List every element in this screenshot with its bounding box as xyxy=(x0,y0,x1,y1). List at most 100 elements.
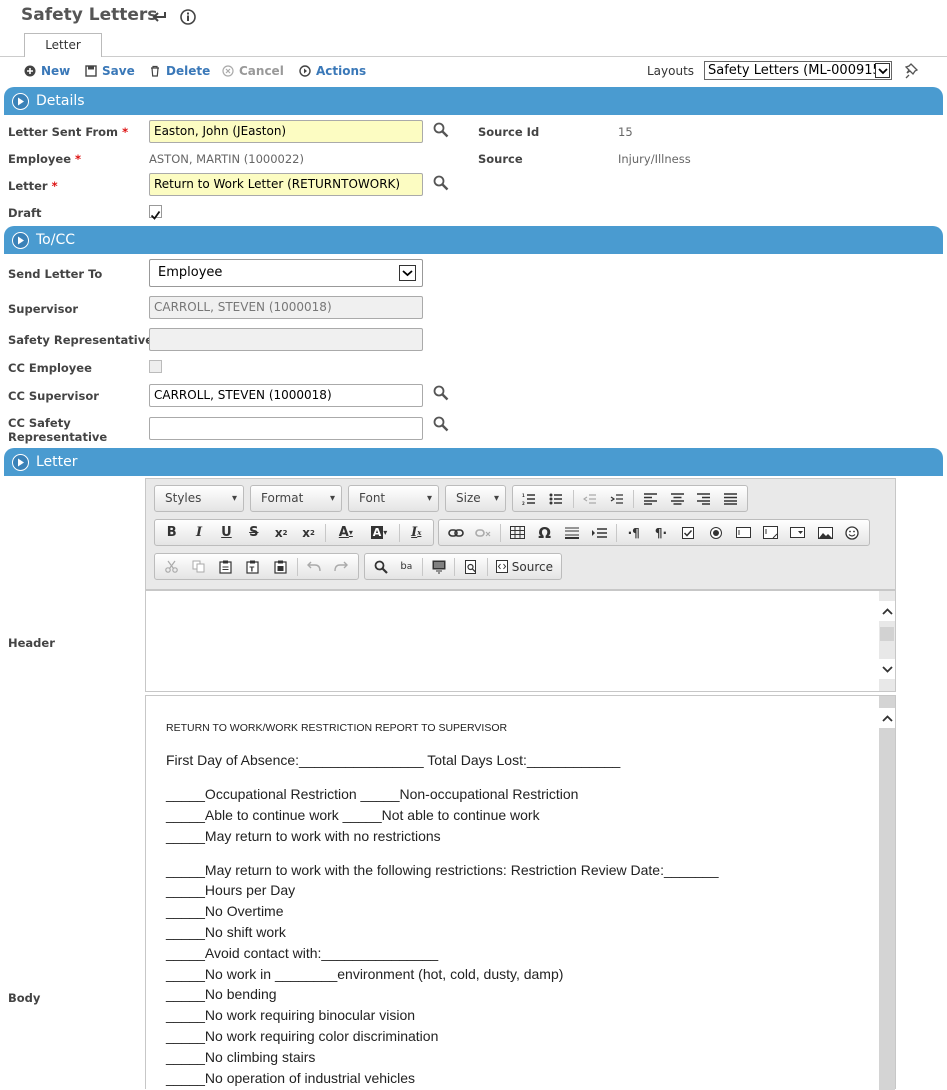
section-letter-header[interactable]: Letter xyxy=(4,448,943,476)
paste-word-icon[interactable] xyxy=(268,556,293,578)
underline-icon[interactable]: U xyxy=(214,522,239,544)
unlink-icon[interactable] xyxy=(470,522,495,544)
back-arrow-icon[interactable] xyxy=(151,8,169,26)
cancel-button[interactable]: Cancel xyxy=(222,63,284,79)
header-scrollbar[interactable] xyxy=(879,591,895,691)
insert-block-icon[interactable] xyxy=(587,522,612,544)
textarea-field-icon[interactable] xyxy=(758,522,783,544)
plus-circle-icon xyxy=(24,65,36,77)
new-button[interactable]: New xyxy=(24,63,70,79)
bulleted-list-icon[interactable] xyxy=(544,488,569,510)
background-color-icon[interactable]: A ▾ xyxy=(363,522,394,544)
body-scrollbar[interactable] xyxy=(879,696,895,1090)
smiley-icon[interactable] xyxy=(840,522,865,544)
undo-icon[interactable] xyxy=(302,556,327,578)
align-justify-icon[interactable] xyxy=(718,488,743,510)
styles-dropdown[interactable]: Styles xyxy=(154,485,244,512)
scroll-up-icon[interactable] xyxy=(879,708,895,728)
numbered-list-icon[interactable]: 12 xyxy=(517,488,542,510)
cut-icon[interactable] xyxy=(159,556,184,578)
body-editor[interactable]: RETURN TO WORK/WORK RESTRICTION REPORT T… xyxy=(145,695,896,1090)
format-dropdown[interactable]: Format xyxy=(250,485,342,512)
align-center-icon[interactable] xyxy=(665,488,690,510)
info-icon[interactable] xyxy=(179,8,197,26)
replace-icon[interactable]: ba xyxy=(395,556,419,578)
source-button[interactable]: Source xyxy=(492,556,557,578)
section-tocc-header[interactable]: To/CC xyxy=(4,226,943,254)
horizontal-line-icon[interactable] xyxy=(559,522,584,544)
cc-safety-representative-label: CC Safety Representative xyxy=(8,416,108,444)
body-line: _____Able to continue work _____Not able… xyxy=(166,807,540,823)
checkbox-field-icon[interactable] xyxy=(676,522,701,544)
scroll-up-icon[interactable] xyxy=(879,601,895,621)
body-line: _____Hours per Day xyxy=(166,882,296,898)
letter-label: Letter * xyxy=(8,179,58,193)
toolbar-separator xyxy=(486,557,488,576)
cc-safety-representative-field[interactable] xyxy=(149,417,423,440)
body-line: _____No shift work xyxy=(166,924,286,940)
cc-employee-checkbox[interactable] xyxy=(149,360,162,373)
actions-button[interactable]: Actions xyxy=(299,63,366,79)
scroll-down-icon[interactable] xyxy=(879,659,895,679)
align-left-icon[interactable] xyxy=(638,488,663,510)
send-letter-to-select[interactable]: Employee xyxy=(149,259,423,287)
layouts-select[interactable]: Safety Letters (ML-000915) xyxy=(704,61,892,80)
tab-letter[interactable]: Letter xyxy=(24,33,102,57)
section-details-header[interactable]: Details xyxy=(4,87,943,115)
special-character-icon[interactable]: Ω xyxy=(532,522,557,544)
rtl-direction-icon[interactable]: ¶· xyxy=(648,522,673,544)
search-icon[interactable] xyxy=(432,121,450,139)
size-dropdown[interactable]: Size xyxy=(445,485,506,512)
delete-label: Delete xyxy=(166,64,211,78)
paste-text-icon[interactable]: T xyxy=(240,556,265,578)
bold-icon[interactable]: B xyxy=(159,522,184,544)
supervisor-field: CARROLL, STEVEN (1000018) xyxy=(149,296,423,319)
body-line: _____May return to work with the followi… xyxy=(166,862,719,878)
italic-icon[interactable]: I xyxy=(186,522,211,544)
pin-icon[interactable] xyxy=(905,62,922,79)
page-title: Safety Letters xyxy=(21,5,158,25)
source-label: Source xyxy=(511,559,553,574)
superscript-icon[interactable]: x2 xyxy=(296,522,321,544)
save-label: Save xyxy=(102,64,135,78)
draft-checkbox[interactable] xyxy=(149,205,162,220)
paste-icon[interactable] xyxy=(213,556,238,578)
indent-icon[interactable] xyxy=(604,488,629,510)
ltr-direction-icon[interactable]: ·¶ xyxy=(621,522,646,544)
subscript-icon[interactable]: x2 xyxy=(269,522,294,544)
search-icon[interactable] xyxy=(432,174,450,192)
find-icon[interactable] xyxy=(369,556,393,578)
expand-icon xyxy=(12,92,29,110)
link-icon[interactable] xyxy=(443,522,468,544)
search-icon[interactable] xyxy=(432,384,450,402)
cc-supervisor-field[interactable]: CARROLL, STEVEN (1000018) xyxy=(149,384,423,407)
select-all-icon[interactable] xyxy=(427,556,451,578)
copy-icon[interactable] xyxy=(186,556,211,578)
outdent-icon[interactable] xyxy=(577,488,602,510)
save-button[interactable]: Save xyxy=(85,63,135,79)
select-field-icon[interactable] xyxy=(785,522,810,544)
remove-format-icon[interactable]: Ix xyxy=(404,522,429,544)
strikethrough-icon[interactable]: S xyxy=(241,522,266,544)
new-label: New xyxy=(41,64,71,78)
font-dropdown[interactable]: Font xyxy=(348,485,439,512)
header-editor[interactable] xyxy=(145,590,896,692)
body-line: _____No climbing stairs xyxy=(166,1049,316,1065)
preview-icon[interactable] xyxy=(459,556,483,578)
delete-button[interactable]: Delete xyxy=(149,63,210,79)
body-line: _____No operation of industrial vehicles xyxy=(166,1070,416,1086)
section-tocc-title: To/CC xyxy=(36,232,76,248)
search-icon[interactable] xyxy=(432,415,450,433)
radio-field-icon[interactable] xyxy=(703,522,728,544)
table-icon[interactable] xyxy=(505,522,530,544)
letter-field[interactable]: Return to Work Letter (RETURNTOWORK) xyxy=(149,173,423,196)
align-right-icon[interactable] xyxy=(692,488,717,510)
body-line: _____Avoid contact with:_______________ xyxy=(166,945,439,961)
redo-icon[interactable] xyxy=(329,556,354,578)
image-icon[interactable] xyxy=(812,522,837,544)
scroll-thumb[interactable] xyxy=(880,627,894,641)
text-field-icon[interactable] xyxy=(730,522,755,544)
text-color-icon[interactable]: A ▾ xyxy=(330,522,361,544)
letter-sent-from-field[interactable]: Easton, John (JEaston) xyxy=(149,120,423,143)
supervisor-label: Supervisor xyxy=(8,302,79,316)
